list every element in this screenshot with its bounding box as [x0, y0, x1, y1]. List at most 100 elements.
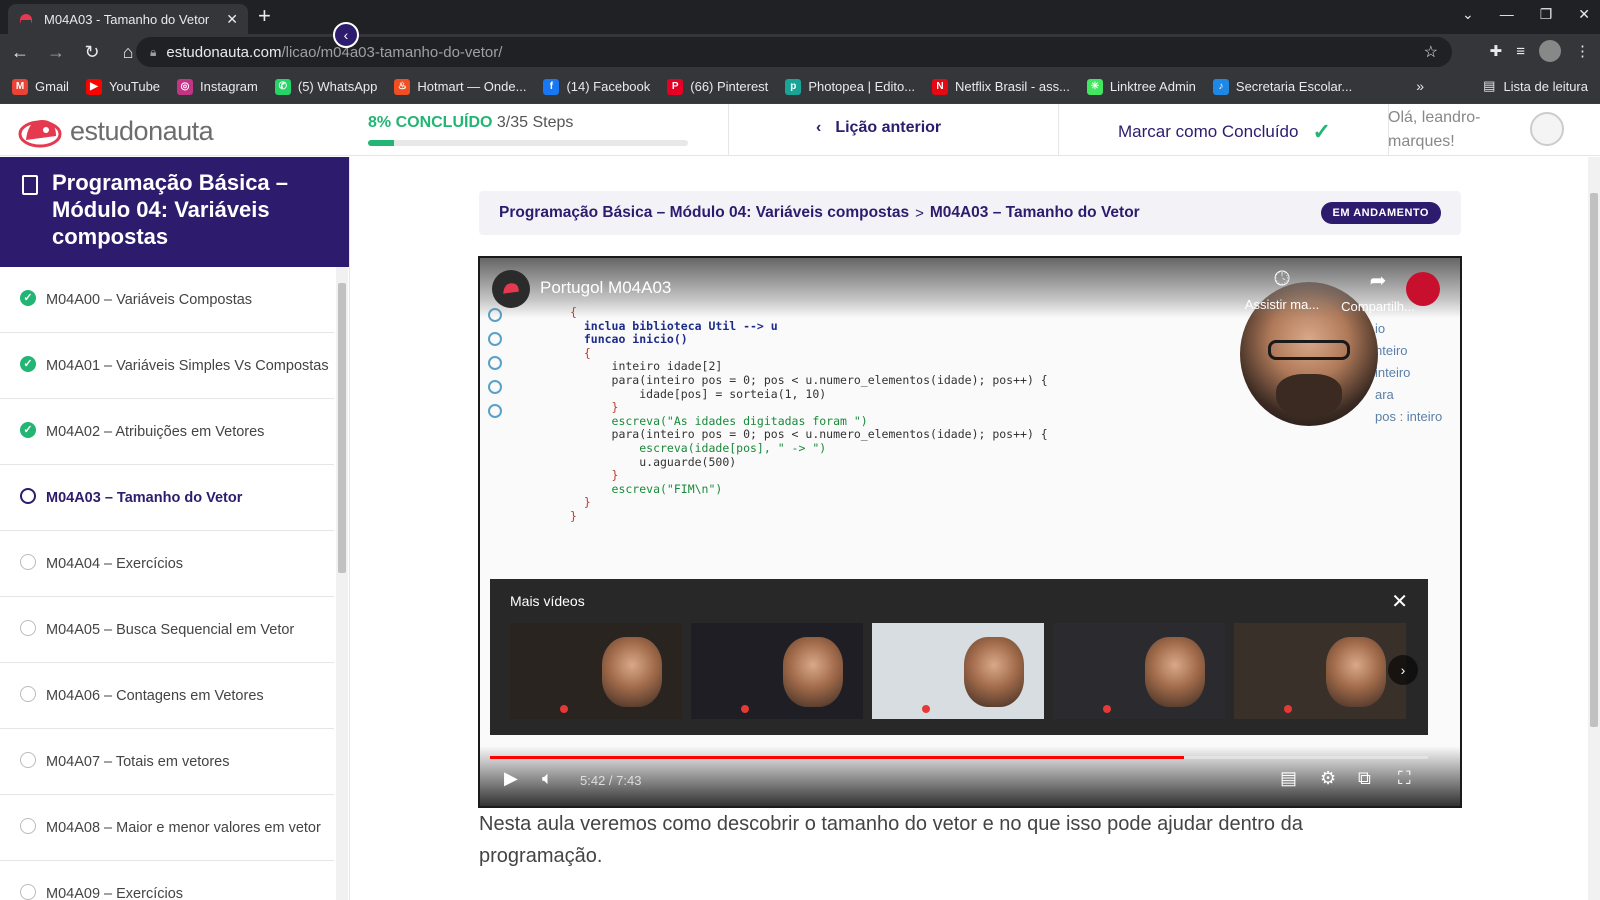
- code-editor-frame: { inclua biblioteca Util --> u funcao in…: [570, 305, 1048, 524]
- address-bar[interactable]: 🔒︎ estudonauta.com /licao/m04a03-tamanho…: [136, 37, 1452, 67]
- bookmark-item[interactable]: ◎ Instagram: [177, 78, 258, 95]
- reading-list-button[interactable]: ▤ Lista de leitura: [1483, 78, 1588, 94]
- browser-tab[interactable]: M04A03 - Tamanho do Vetor ✕: [8, 4, 248, 34]
- related-video-thumbnail[interactable]: [872, 623, 1044, 719]
- presenter-face: [602, 637, 662, 707]
- related-video-thumbnail[interactable]: [691, 623, 863, 719]
- bookmark-item[interactable]: p Photopea | Edito...: [785, 78, 915, 95]
- bookmark-label: Gmail: [35, 79, 69, 94]
- breadcrumb-course-link[interactable]: Programação Básica – Módulo 04: Variávei…: [499, 204, 909, 222]
- previous-lesson-button[interactable]: ‹ Lição anterior: [816, 119, 941, 137]
- new-tab-button[interactable]: +: [258, 5, 271, 27]
- sidebar-lesson-item[interactable]: ✓ M04A01 – Variáveis Simples Vs Compostas: [0, 333, 334, 399]
- extensions-icon[interactable]: ✚: [1490, 42, 1503, 60]
- bookmark-label: (66) Pinterest: [690, 79, 769, 94]
- bookmark-star-icon[interactable]: ☆: [1424, 42, 1438, 62]
- sidebar-lesson-item[interactable]: M04A09 – Exercícios: [0, 861, 334, 900]
- code-line: funcao inicio(): [570, 332, 688, 347]
- volume-icon[interactable]: 🔈︎: [542, 768, 553, 789]
- site-logo[interactable]: estudonauta: [18, 114, 214, 148]
- lesson-description: Nesta aula veremos como descobrir o tama…: [479, 813, 1303, 867]
- check-circle-icon: ✓: [20, 355, 36, 372]
- related-video-thumbnail[interactable]: [1053, 623, 1225, 719]
- bookmark-label: YouTube: [108, 79, 161, 94]
- progress-scrubber[interactable]: [490, 756, 1428, 759]
- chevron-right-icon[interactable]: ›: [1388, 655, 1418, 685]
- window-controls: ⌄ — ❐ ✕: [1462, 6, 1590, 23]
- close-window-icon[interactable]: ✕: [1578, 6, 1590, 23]
- sidebar-lesson-item[interactable]: M04A04 – Exercícios: [0, 531, 334, 597]
- forward-icon[interactable]: →: [40, 36, 72, 68]
- back-icon[interactable]: ←: [4, 36, 36, 68]
- watch-later-button[interactable]: 🕓︎ Assistir ma...: [1240, 268, 1324, 312]
- header-divider: [1058, 104, 1059, 156]
- bookmark-item[interactable]: P (66) Pinterest: [667, 78, 769, 95]
- recording-indicator: [1406, 272, 1440, 306]
- code-line: escreva(idade[pos], " -> "): [570, 440, 827, 455]
- code-line: }: [570, 468, 619, 483]
- sidebar-lesson-item[interactable]: M04A05 – Busca Sequencial em Vetor: [0, 597, 334, 663]
- sidebar-lesson-item[interactable]: M04A07 – Totais em vetores: [0, 729, 334, 795]
- related-video-thumbnail[interactable]: [510, 623, 682, 719]
- fullscreen-icon[interactable]: ⛶: [1398, 768, 1411, 789]
- lesson-label: M04A07 – Totais em vetores: [46, 753, 230, 770]
- header-divider: [728, 104, 729, 156]
- lesson-label: M04A03 – Tamanho do Vetor: [46, 489, 243, 506]
- reload-icon[interactable]: ↻: [76, 36, 108, 68]
- menu-kebab-icon[interactable]: ⋮: [1575, 42, 1590, 60]
- tab-search-icon[interactable]: ⌄: [1462, 6, 1474, 23]
- bookmark-label: Netflix Brasil - ass...: [955, 79, 1070, 94]
- subtitles-icon[interactable]: ▤: [1280, 768, 1297, 789]
- bookmark-item[interactable]: ♪ Secretaria Escolar...: [1212, 78, 1352, 95]
- bookmark-favicon-icon: M: [12, 78, 28, 95]
- video-player[interactable]: { inclua biblioteca Util --> u funcao in…: [478, 256, 1462, 808]
- restore-icon[interactable]: ❐: [1540, 6, 1553, 23]
- media-control-icon[interactable]: ≡: [1516, 43, 1525, 60]
- lesson-label: M04A05 – Busca Sequencial em Vetor: [46, 621, 295, 638]
- play-icon[interactable]: ▶: [504, 768, 518, 789]
- code-line: }: [570, 400, 619, 415]
- tab-close-icon[interactable]: ✕: [226, 11, 238, 28]
- browser-tab-strip: M04A03 - Tamanho do Vetor ✕ + ⌄ — ❐ ✕: [0, 0, 1600, 34]
- scrollbar-thumb[interactable]: [338, 283, 346, 573]
- mark-complete-label: Marcar como Concluído: [1118, 122, 1299, 141]
- variable-tree-item: pos : inteiro: [1375, 409, 1443, 424]
- channel-avatar[interactable]: [492, 270, 530, 308]
- cast-icon[interactable]: ⧉: [1358, 768, 1371, 789]
- settings-gear-icon[interactable]: ⚙: [1320, 768, 1336, 789]
- bookmark-item[interactable]: ♨ Hotmart — Onde...: [394, 78, 527, 95]
- variable-tree-item: nteiro: [1375, 343, 1408, 358]
- scrollbar-thumb[interactable]: [1590, 193, 1598, 727]
- brand-name: estudonauta: [70, 115, 214, 146]
- user-avatar[interactable]: [1530, 112, 1564, 146]
- current-circle-icon: [20, 487, 36, 504]
- sidebar-lesson-item[interactable]: M04A03 – Tamanho do Vetor: [0, 465, 334, 531]
- related-video-thumbnail[interactable]: [1234, 623, 1406, 719]
- sidebar-lesson-item[interactable]: M04A08 – Maior e menor valores em vetor: [0, 795, 334, 861]
- bookmark-item[interactable]: M Gmail: [12, 78, 69, 95]
- lock-icon[interactable]: 🔒︎: [150, 45, 156, 60]
- bookmark-label: Instagram: [200, 79, 258, 94]
- bookmark-item[interactable]: ▶ YouTube: [85, 78, 161, 95]
- bookmark-item[interactable]: ✆ (5) WhatsApp: [274, 78, 377, 95]
- page-scrollbar[interactable]: [1588, 157, 1600, 900]
- minimize-icon[interactable]: —: [1500, 6, 1514, 23]
- sidebar-lesson-item[interactable]: ✓ M04A02 – Atribuições em Vetores: [0, 399, 334, 465]
- bookmark-item[interactable]: ✳ Linktree Admin: [1086, 78, 1196, 95]
- chevron-left-icon: ‹: [816, 119, 822, 136]
- bookmark-item[interactable]: N Netflix Brasil - ass...: [932, 78, 1070, 95]
- estudonauta-favicon-icon: [20, 14, 32, 26]
- sidebar-lesson-item[interactable]: ✓ M04A00 – Variáveis Compostas: [0, 267, 334, 333]
- close-icon[interactable]: ✕: [1391, 589, 1408, 614]
- sidebar-lesson-item[interactable]: M04A06 – Contagens em Vetores: [0, 663, 334, 729]
- code-line: idade[pos] = sorteia(1, 10): [570, 386, 827, 401]
- bookmark-favicon-icon: P: [667, 78, 684, 95]
- profile-avatar[interactable]: [1539, 40, 1561, 62]
- collapse-sidebar-button[interactable]: ‹: [333, 22, 359, 48]
- sidebar-scrollbar[interactable]: [336, 267, 348, 900]
- bookmark-item[interactable]: f (14) Facebook: [543, 78, 650, 95]
- mark-complete-button[interactable]: Marcar como Concluído ✓: [1118, 119, 1331, 145]
- bookmarks-overflow-icon[interactable]: »: [1416, 78, 1424, 94]
- video-title[interactable]: Portugol M04A03: [540, 278, 671, 298]
- bookmark-label: Hotmart — Onde...: [417, 79, 527, 94]
